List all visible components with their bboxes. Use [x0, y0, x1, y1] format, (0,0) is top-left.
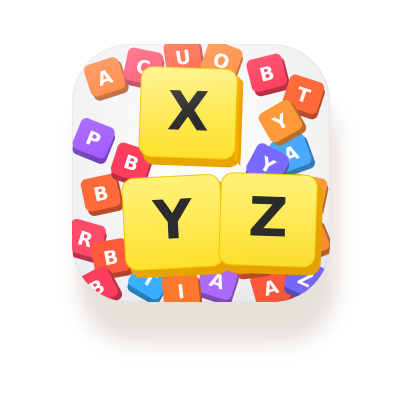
hero-tile-x: X: [138, 66, 244, 168]
hero-letter-z: Z: [248, 185, 289, 249]
background-letter-tile: P: [72, 118, 116, 164]
hero-tile-z: Z: [218, 172, 324, 276]
app-icon-artwork: ACUOBTPATYBZRBABTIAZABY X Y Z: [72, 44, 330, 302]
background-letter-tile: A: [83, 57, 129, 101]
hero-tile-y: Y: [121, 173, 230, 279]
app-icon[interactable]: ACUOBTPATYBZRBABTIAZABY X Y Z: [72, 44, 330, 302]
hero-letter-x: X: [166, 79, 210, 143]
background-letter-tile: B: [246, 53, 291, 97]
hero-letter-y: Y: [150, 187, 194, 252]
background-tile-letter: U: [174, 46, 192, 70]
